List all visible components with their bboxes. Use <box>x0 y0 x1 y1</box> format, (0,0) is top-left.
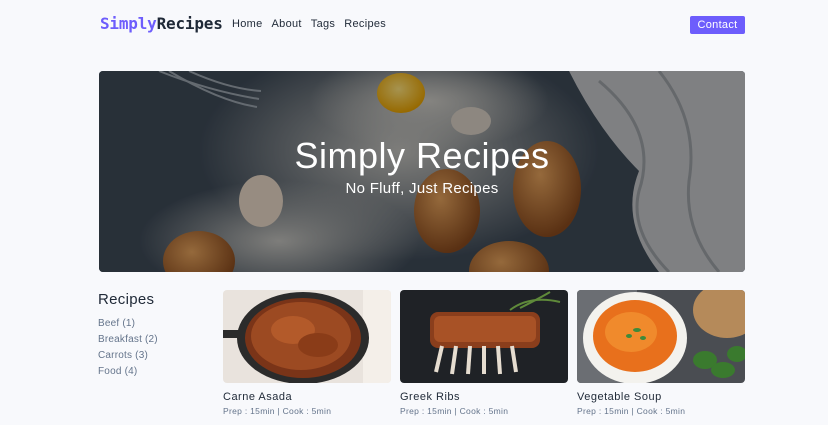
contact-button[interactable]: Contact <box>690 16 745 34</box>
recipe-name[interactable]: Greek Ribs <box>400 391 568 403</box>
recipe-image-carne-asada[interactable] <box>223 290 391 383</box>
logo-rest: Recipes <box>156 14 223 33</box>
nav-link-recipes[interactable]: Recipes <box>344 18 386 30</box>
tag-carrots[interactable]: Carrots (3) <box>98 348 158 364</box>
hero-title: Simply Recipes <box>294 135 550 176</box>
recipe-name[interactable]: Vegetable Soup <box>577 391 745 403</box>
recipe-image-vegetable-soup[interactable] <box>577 290 745 383</box>
nav-link-about[interactable]: About <box>272 18 302 30</box>
recipe-card-carne-asada[interactable]: Carne Asada Prep : 15min | Cook : 5min <box>223 290 391 416</box>
nav-links: Home About Tags Recipes <box>232 18 395 30</box>
recipe-meta: Prep : 15min | Cook : 5min <box>400 406 509 416</box>
tag-breakfast[interactable]: Breakfast (2) <box>98 332 158 348</box>
navbar: SimplyRecipes Home About Tags Recipes Co… <box>99 13 745 35</box>
tag-beef[interactable]: Beef (1) <box>98 316 158 332</box>
hero-banner: Simply Recipes No Fluff, Just Recipes <box>99 71 745 272</box>
sidebar-title: Recipes <box>98 291 155 308</box>
recipe-name[interactable]: Carne Asada <box>223 391 391 403</box>
nav-link-home[interactable]: Home <box>232 18 263 30</box>
recipe-meta: Prep : 15min | Cook : 5min <box>577 406 686 416</box>
tag-list: Beef (1) Breakfast (2) Carrots (3) Food … <box>98 316 158 380</box>
nav-link-tags[interactable]: Tags <box>311 18 335 30</box>
logo[interactable]: SimplyRecipes <box>100 14 223 33</box>
tag-food[interactable]: Food (4) <box>98 364 158 380</box>
recipe-meta: Prep : 15min | Cook : 5min <box>223 406 332 416</box>
recipe-card-vegetable-soup[interactable]: Vegetable Soup Prep : 15min | Cook : 5mi… <box>577 290 745 416</box>
hero-subtitle: No Fluff, Just Recipes <box>345 180 499 197</box>
recipe-image-greek-ribs[interactable] <box>400 290 568 383</box>
recipe-card-greek-ribs[interactable]: Greek Ribs Prep : 15min | Cook : 5min <box>400 290 568 416</box>
logo-brand: Simply <box>100 14 157 33</box>
